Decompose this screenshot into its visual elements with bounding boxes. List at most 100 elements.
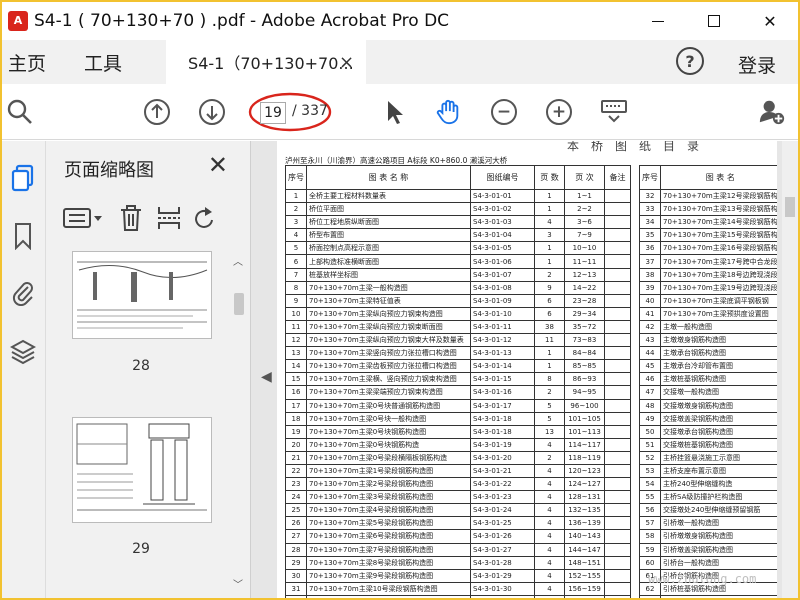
scroll-down-icon[interactable]: ﹀ (233, 576, 243, 591)
thumbnail-scrollbar[interactable]: ︿ ﹀ (232, 253, 246, 591)
page-total: / 337 (292, 103, 328, 119)
cell-no: 19 (285, 424, 307, 439)
page-thumbnail[interactable] (72, 251, 212, 339)
cell-no: 32 (639, 188, 661, 204)
cell-note (604, 228, 631, 243)
cell-note (604, 581, 631, 596)
cell-pages: 23~28 (564, 293, 605, 308)
cell-note (604, 319, 631, 335)
cell-note (604, 594, 631, 598)
rotate-page-icon[interactable] (194, 203, 214, 233)
cell-count: 4 (534, 516, 565, 531)
page-thumbnail[interactable] (72, 417, 212, 523)
cell-name: 70+130+70m主梁0号块一般构造图 (306, 411, 471, 426)
document-tab-close-icon[interactable]: × (339, 52, 354, 73)
cell-no: 4 (285, 228, 307, 243)
document-tab[interactable]: S4-1（70+130+70... × (166, 40, 367, 84)
scrollbar-thumb[interactable] (785, 197, 795, 217)
cell-count: 4 (534, 568, 565, 583)
cell-no: 58 (639, 529, 661, 544)
cell-no: 41 (639, 306, 661, 321)
cell-name: 引桥墩一般构造图 (660, 516, 777, 531)
zoom-in-icon: + (546, 99, 572, 125)
close-window-button[interactable]: ✕ (742, 2, 798, 40)
keyboard-toolbar-icon[interactable] (600, 98, 628, 126)
scrollbar-thumb[interactable] (234, 293, 244, 315)
cell-name: 70+130+70m主梁10号梁段钢筋构造图 (306, 581, 471, 596)
cell-code: S4-3-01-24 (470, 503, 535, 518)
tab-home[interactable]: 主页 (8, 49, 46, 76)
zoom-out-icon: − (491, 99, 517, 125)
table-row: 46 主墩桩基钢筋构造图 (639, 372, 777, 387)
cell-code: S4-3-01-26 (470, 529, 535, 544)
table-row: 11 70+130+70m主梁纵向预应力钢束断面图 S4-3-01-11 38 35~7… (285, 319, 631, 335)
cell-note (604, 398, 631, 413)
cell-no: 6 (285, 254, 307, 269)
cell-pages: 132~135 (564, 503, 605, 518)
window-controls: ✕ (630, 2, 798, 40)
cell-name: 70+130+70m主梁纵向预应力钢束断面图 (306, 319, 471, 335)
page-navigator: 19 / 337 (246, 86, 334, 136)
cell-code: S4-3-01-12 (470, 333, 535, 348)
table-row: 45 主墩承台冷却管布置图 (639, 359, 777, 374)
cell-pages: 136~139 (564, 516, 605, 531)
search-icon[interactable] (6, 98, 34, 126)
previous-page-button[interactable] (143, 98, 171, 126)
acrobat-app-icon: A (8, 11, 28, 31)
prev-page-arrow-icon[interactable]: ◀ (261, 369, 272, 385)
add-user-icon[interactable] (758, 98, 786, 126)
cell-name: 70+130+70m主梁5号梁段钢筋构造图 (306, 516, 471, 531)
cell-name: 桥位平面图 (306, 202, 471, 217)
help-icon[interactable]: ? (676, 47, 704, 75)
hand-tool-icon[interactable] (434, 98, 462, 126)
table-row: 9 70+130+70m主梁特征值表 S4-3-01-09 6 23~28 (285, 293, 631, 308)
attachment-icon[interactable] (8, 277, 38, 307)
cell-name: 交接墩桩基钢筋构造图 (660, 437, 777, 452)
next-page-button[interactable] (198, 98, 226, 126)
minimize-button[interactable] (630, 2, 686, 40)
cell-no: 35 (639, 228, 661, 243)
cell-no: 5 (285, 241, 307, 256)
table-row: 8 70+130+70m主梁一般构造图 S4-3-01-08 9 14~22 (285, 280, 631, 295)
cell-note (604, 293, 631, 308)
cell-note (604, 450, 631, 465)
table-row: 18 70+130+70m主梁0号块一般构造图 S4-3-01-18 5 101~105 (285, 411, 631, 426)
cell-name: 70+130+70m主梁11号梁段钢筋构造图 (306, 594, 471, 598)
cell-pages: 94~95 (564, 385, 605, 400)
cell-name: 全桥主要工程材料数量表 (306, 188, 471, 204)
scroll-up-icon[interactable]: ︿ (233, 253, 243, 268)
maximize-button[interactable] (686, 2, 742, 40)
extract-pages-icon[interactable] (156, 203, 182, 233)
panel-close-icon[interactable]: ✕ (208, 151, 228, 179)
tab-bar: 主页 工具 S4-1（70+130+70... × ? 登录 (2, 40, 798, 84)
table-row: 3270+130+70m主梁11号梁段钢筋构造图S4-3-01-314160~1… (285, 594, 631, 598)
header-name: 图 表 名 (660, 165, 777, 190)
cell-pages: 128~131 (564, 490, 605, 505)
table-row: 41 70+130+70m主梁预拱度设置图 (639, 306, 777, 321)
table-row: 14 70+130+70m主梁齿板预应力张拉槽口构造图 S4-3-01-14 1 85~… (285, 359, 631, 374)
page-thumbnails-icon[interactable] (8, 163, 38, 193)
cell-count: 6 (534, 293, 565, 308)
cell-pages: 7~9 (564, 228, 605, 243)
table-row: 5 桥面控制点高程示意图 S4-3-01-05 1 10~10 (285, 241, 631, 256)
layers-icon[interactable] (8, 337, 38, 367)
zoom-out-button[interactable]: − (490, 98, 518, 126)
select-tool-icon[interactable] (380, 98, 408, 126)
page-number-input[interactable]: 19 (260, 102, 286, 124)
thumbnail-options-button[interactable] (62, 203, 106, 233)
delete-page-icon[interactable] (118, 203, 144, 233)
cell-name: 70+130+70m主梁9号梁段钢筋构造图 (306, 568, 471, 583)
cell-count: 4 (534, 529, 565, 544)
cell-count: 4 (534, 581, 565, 596)
bookmark-icon[interactable] (8, 221, 38, 251)
zoom-in-button[interactable]: + (545, 98, 573, 126)
document-scrollbar[interactable] (782, 141, 798, 598)
cell-no: 36 (639, 241, 661, 256)
table-row: 51 交接墩桩基钢筋构造图 (639, 437, 777, 452)
tab-tools[interactable]: 工具 (84, 49, 122, 76)
cell-name: 交接墩承台钢筋构造图 (660, 424, 777, 439)
signin-link[interactable]: 登录 (738, 51, 776, 78)
cell-code: S4-3-01-13 (470, 346, 535, 361)
cell-no: 42 (639, 319, 661, 335)
table-row: 35 70+130+70m主梁15号梁段钢筋构 (639, 228, 777, 243)
